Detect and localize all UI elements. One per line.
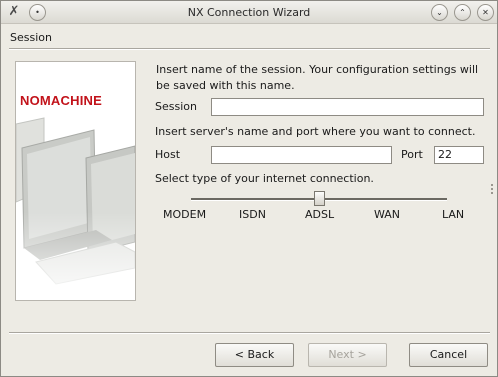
- host-input[interactable]: [211, 146, 392, 164]
- wizard-window: ✗ • NX Connection Wizard ⌄ ⌃ ✕ Session N…: [0, 0, 498, 377]
- session-name-input[interactable]: [211, 98, 484, 116]
- branding-panel: NOMACHINE: [15, 61, 136, 301]
- resize-grip-icon[interactable]: [491, 184, 495, 194]
- back-button[interactable]: < Back: [215, 343, 294, 367]
- window-title: NX Connection Wizard: [187, 6, 311, 19]
- host-label: Host: [155, 148, 181, 161]
- session-intro-text: Insert name of the session. Your configu…: [156, 63, 479, 92]
- connection-option-modem[interactable]: MODEM: [163, 208, 206, 221]
- connection-option-isdn[interactable]: ISDN: [239, 208, 266, 221]
- close-icon[interactable]: ✕: [477, 4, 494, 21]
- cancel-button[interactable]: Cancel: [409, 343, 488, 367]
- connection-option-wan[interactable]: WAN: [374, 208, 400, 221]
- connection-slider-thumb[interactable]: [314, 191, 325, 206]
- port-label: Port: [401, 148, 423, 161]
- server-intro-text: Insert server's name and port where you …: [155, 125, 476, 138]
- page-header: Session: [10, 31, 52, 44]
- minimize-icon[interactable]: ⌄: [431, 4, 448, 21]
- connection-intro-text: Select type of your internet connection.: [155, 172, 374, 185]
- next-button[interactable]: Next >: [308, 343, 387, 367]
- port-input[interactable]: 22: [434, 146, 484, 164]
- session-label: Session: [155, 100, 197, 113]
- title-bar[interactable]: ✗ • NX Connection Wizard ⌄ ⌃ ✕: [1, 1, 497, 24]
- maximize-icon[interactable]: ⌃: [454, 4, 471, 21]
- connection-option-adsl[interactable]: ADSL: [305, 208, 334, 221]
- header-divider: [9, 48, 490, 50]
- footer-divider: [9, 332, 490, 334]
- connection-option-lan[interactable]: LAN: [442, 208, 464, 221]
- monitors-illustration: [16, 117, 135, 300]
